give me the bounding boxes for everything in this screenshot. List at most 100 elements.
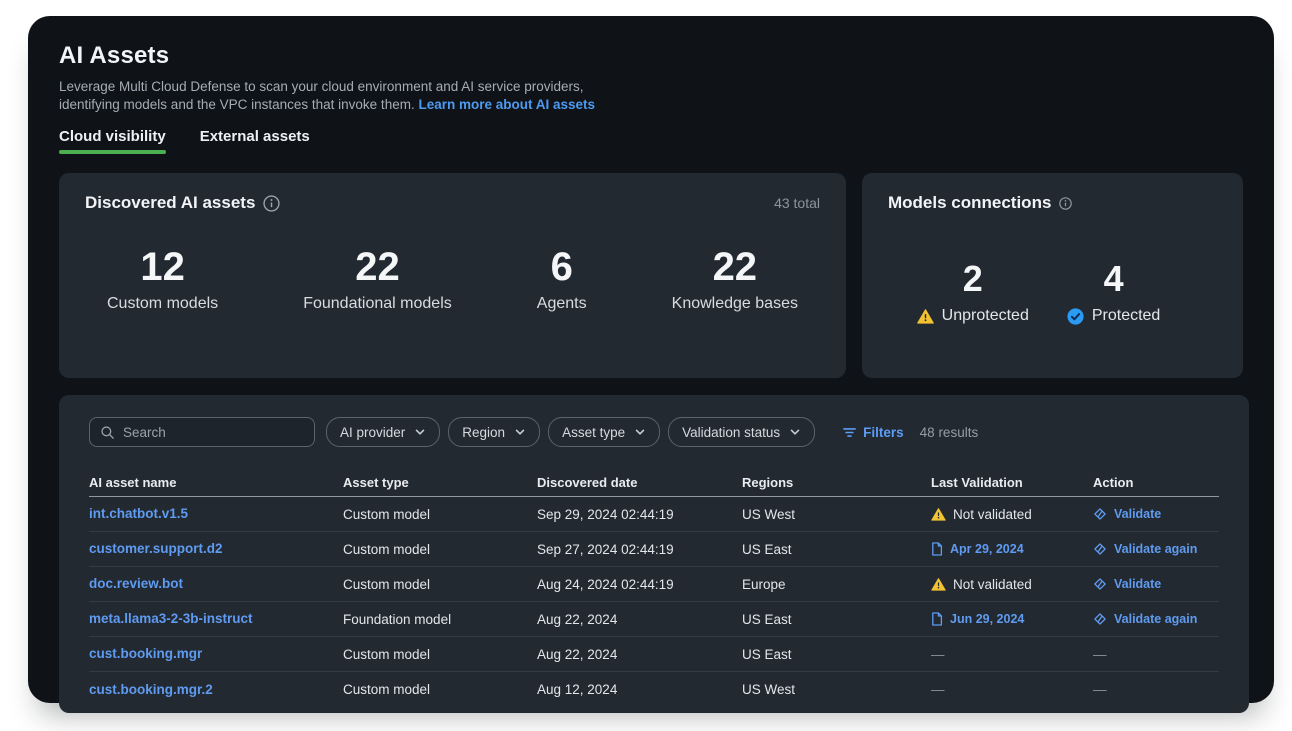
asset-type-cell: Custom model: [343, 647, 537, 662]
chevron-down-icon: [634, 426, 646, 438]
table-row: cust.booking.mgr Custom model Aug 22, 20…: [89, 637, 1219, 672]
table-body: int.chatbot.v1.5 Custom model Sep 29, 20…: [89, 497, 1219, 707]
validation-date-link[interactable]: Apr 29, 2024: [950, 542, 1024, 556]
asset-type-cell: Custom model: [343, 542, 537, 557]
validation-cell: Apr 29, 2024: [931, 542, 1093, 556]
validate-label: Validate again: [1114, 542, 1197, 556]
asset-name-link[interactable]: int.chatbot.v1.5: [89, 506, 188, 521]
stat-value: 2: [917, 259, 1029, 299]
empty-value: —: [931, 647, 945, 662]
action-cell: Validate again: [1093, 542, 1219, 556]
asset-type-cell: Foundation model: [343, 612, 537, 627]
connections-stats: 2 Unprotected 4 Protected: [888, 259, 1217, 325]
info-icon[interactable]: [1059, 197, 1072, 210]
validate-label: Validate: [1114, 577, 1161, 591]
action-cell: —: [1093, 682, 1219, 697]
validation-status-text: Not validated: [953, 577, 1032, 592]
document-icon: [931, 542, 943, 556]
dropdown-label: Validation status: [682, 425, 780, 440]
connections-card-header: Models connections: [888, 193, 1217, 213]
validate-button[interactable]: Validate: [1093, 577, 1161, 591]
validation-cell: Not validated: [931, 577, 1093, 592]
discovered-assets-card: Discovered AI assets 43 total 12 Custom …: [59, 173, 846, 378]
column-header[interactable]: Last Validation: [931, 475, 1093, 490]
models-connections-card: Models connections 2 Unprotected 4 Prote…: [862, 173, 1243, 378]
dropdown-ai-provider[interactable]: AI provider: [326, 417, 440, 447]
validation-cell: —: [931, 647, 1093, 662]
column-header[interactable]: AI asset name: [89, 475, 343, 490]
table-row: int.chatbot.v1.5 Custom model Sep 29, 20…: [89, 497, 1219, 532]
validate-label: Validate again: [1114, 612, 1197, 626]
tab-label: Cloud visibility: [59, 128, 166, 145]
table-row: cust.booking.mgr.2 Custom model Aug 12, …: [89, 672, 1219, 707]
stat-block: 22 Foundational models: [303, 245, 452, 313]
table-row: doc.review.bot Custom model Aug 24, 2024…: [89, 567, 1219, 602]
asset-type-cell: Custom model: [343, 577, 537, 592]
check-circle-icon: [1067, 308, 1084, 325]
stat-value: 6: [537, 245, 587, 289]
stat-value: 12: [107, 245, 218, 289]
validation-status-text: Not validated: [953, 507, 1032, 522]
asset-name-link[interactable]: customer.support.d2: [89, 541, 223, 556]
search-box[interactable]: [89, 417, 315, 447]
table-row: customer.support.d2 Custom model Sep 27,…: [89, 532, 1219, 567]
tab-cloud-visibility[interactable]: Cloud visibility: [59, 128, 166, 154]
discovered-date-cell: Sep 27, 2024 02:44:19: [537, 542, 742, 557]
asset-name-link[interactable]: doc.review.bot: [89, 576, 183, 591]
validate-icon: [1093, 507, 1107, 521]
document-icon: [931, 612, 943, 626]
region-cell: Europe: [742, 577, 931, 592]
ai-assets-panel: AI Assets Leverage Multi Cloud Defense t…: [28, 16, 1274, 703]
filters-label: Filters: [863, 425, 904, 440]
tab-label: External assets: [200, 128, 310, 145]
discovered-date-cell: Aug 24, 2024 02:44:19: [537, 577, 742, 592]
connections-card-title: Models connections: [888, 193, 1051, 213]
stat-label: Protected: [1092, 307, 1160, 325]
validate-icon: [1093, 577, 1107, 591]
validate-icon: [1093, 612, 1107, 626]
validation-cell: Not validated: [931, 507, 1093, 522]
dropdown-validation-status[interactable]: Validation status: [668, 417, 815, 447]
validation-date-link[interactable]: Jun 29, 2024: [950, 612, 1024, 626]
region-cell: US East: [742, 612, 931, 627]
empty-value: —: [931, 682, 945, 697]
asset-name-link[interactable]: cust.booking.mgr.2: [89, 682, 213, 697]
empty-value: —: [1093, 647, 1107, 662]
discovered-date-cell: Aug 22, 2024: [537, 647, 742, 662]
column-header[interactable]: Asset type: [343, 475, 537, 490]
tab-external-assets[interactable]: External assets: [200, 128, 310, 154]
asset-name-link[interactable]: cust.booking.mgr: [89, 646, 202, 661]
search-input[interactable]: [123, 425, 304, 440]
validation-cell: Jun 29, 2024: [931, 612, 1093, 626]
info-icon[interactable]: [263, 195, 280, 212]
validate-button[interactable]: Validate again: [1093, 612, 1197, 626]
chevron-down-icon: [514, 426, 526, 438]
discovered-card-title: Discovered AI assets: [85, 193, 255, 213]
validate-button[interactable]: Validate: [1093, 507, 1161, 521]
dropdown-asset-type[interactable]: Asset type: [548, 417, 660, 447]
dropdown-region[interactable]: Region: [448, 417, 540, 447]
region-cell: US West: [742, 682, 931, 697]
learn-more-link[interactable]: Learn more about AI assets: [418, 97, 595, 112]
column-header[interactable]: Action: [1093, 475, 1219, 490]
stat-label: Foundational models: [303, 295, 452, 313]
discovered-card-header: Discovered AI assets 43 total: [85, 193, 820, 213]
asset-name-link[interactable]: meta.llama3-2-3b-instruct: [89, 611, 253, 626]
warning-triangle-icon: [917, 309, 934, 324]
validate-label: Validate: [1114, 507, 1161, 521]
assets-table-card: AI provider Region Asset type Validation…: [59, 395, 1249, 713]
filters-button[interactable]: Filters: [842, 425, 904, 440]
connection-stat-block: 2 Unprotected: [917, 259, 1029, 325]
discovered-stats: 12 Custom models 22 Foundational models …: [85, 245, 820, 313]
description-line1: Leverage Multi Cloud Defense to scan you…: [59, 78, 639, 96]
stat-label: Custom models: [107, 295, 218, 313]
discovered-date-cell: Aug 22, 2024: [537, 612, 742, 627]
validate-button[interactable]: Validate again: [1093, 542, 1197, 556]
results-count: 48 results: [920, 425, 979, 440]
column-header[interactable]: Discovered date: [537, 475, 742, 490]
stat-label: Agents: [537, 295, 587, 313]
asset-type-cell: Custom model: [343, 507, 537, 522]
dropdown-label: Asset type: [562, 425, 625, 440]
table-row: meta.llama3-2-3b-instruct Foundation mod…: [89, 602, 1219, 637]
column-header[interactable]: Regions: [742, 475, 931, 490]
